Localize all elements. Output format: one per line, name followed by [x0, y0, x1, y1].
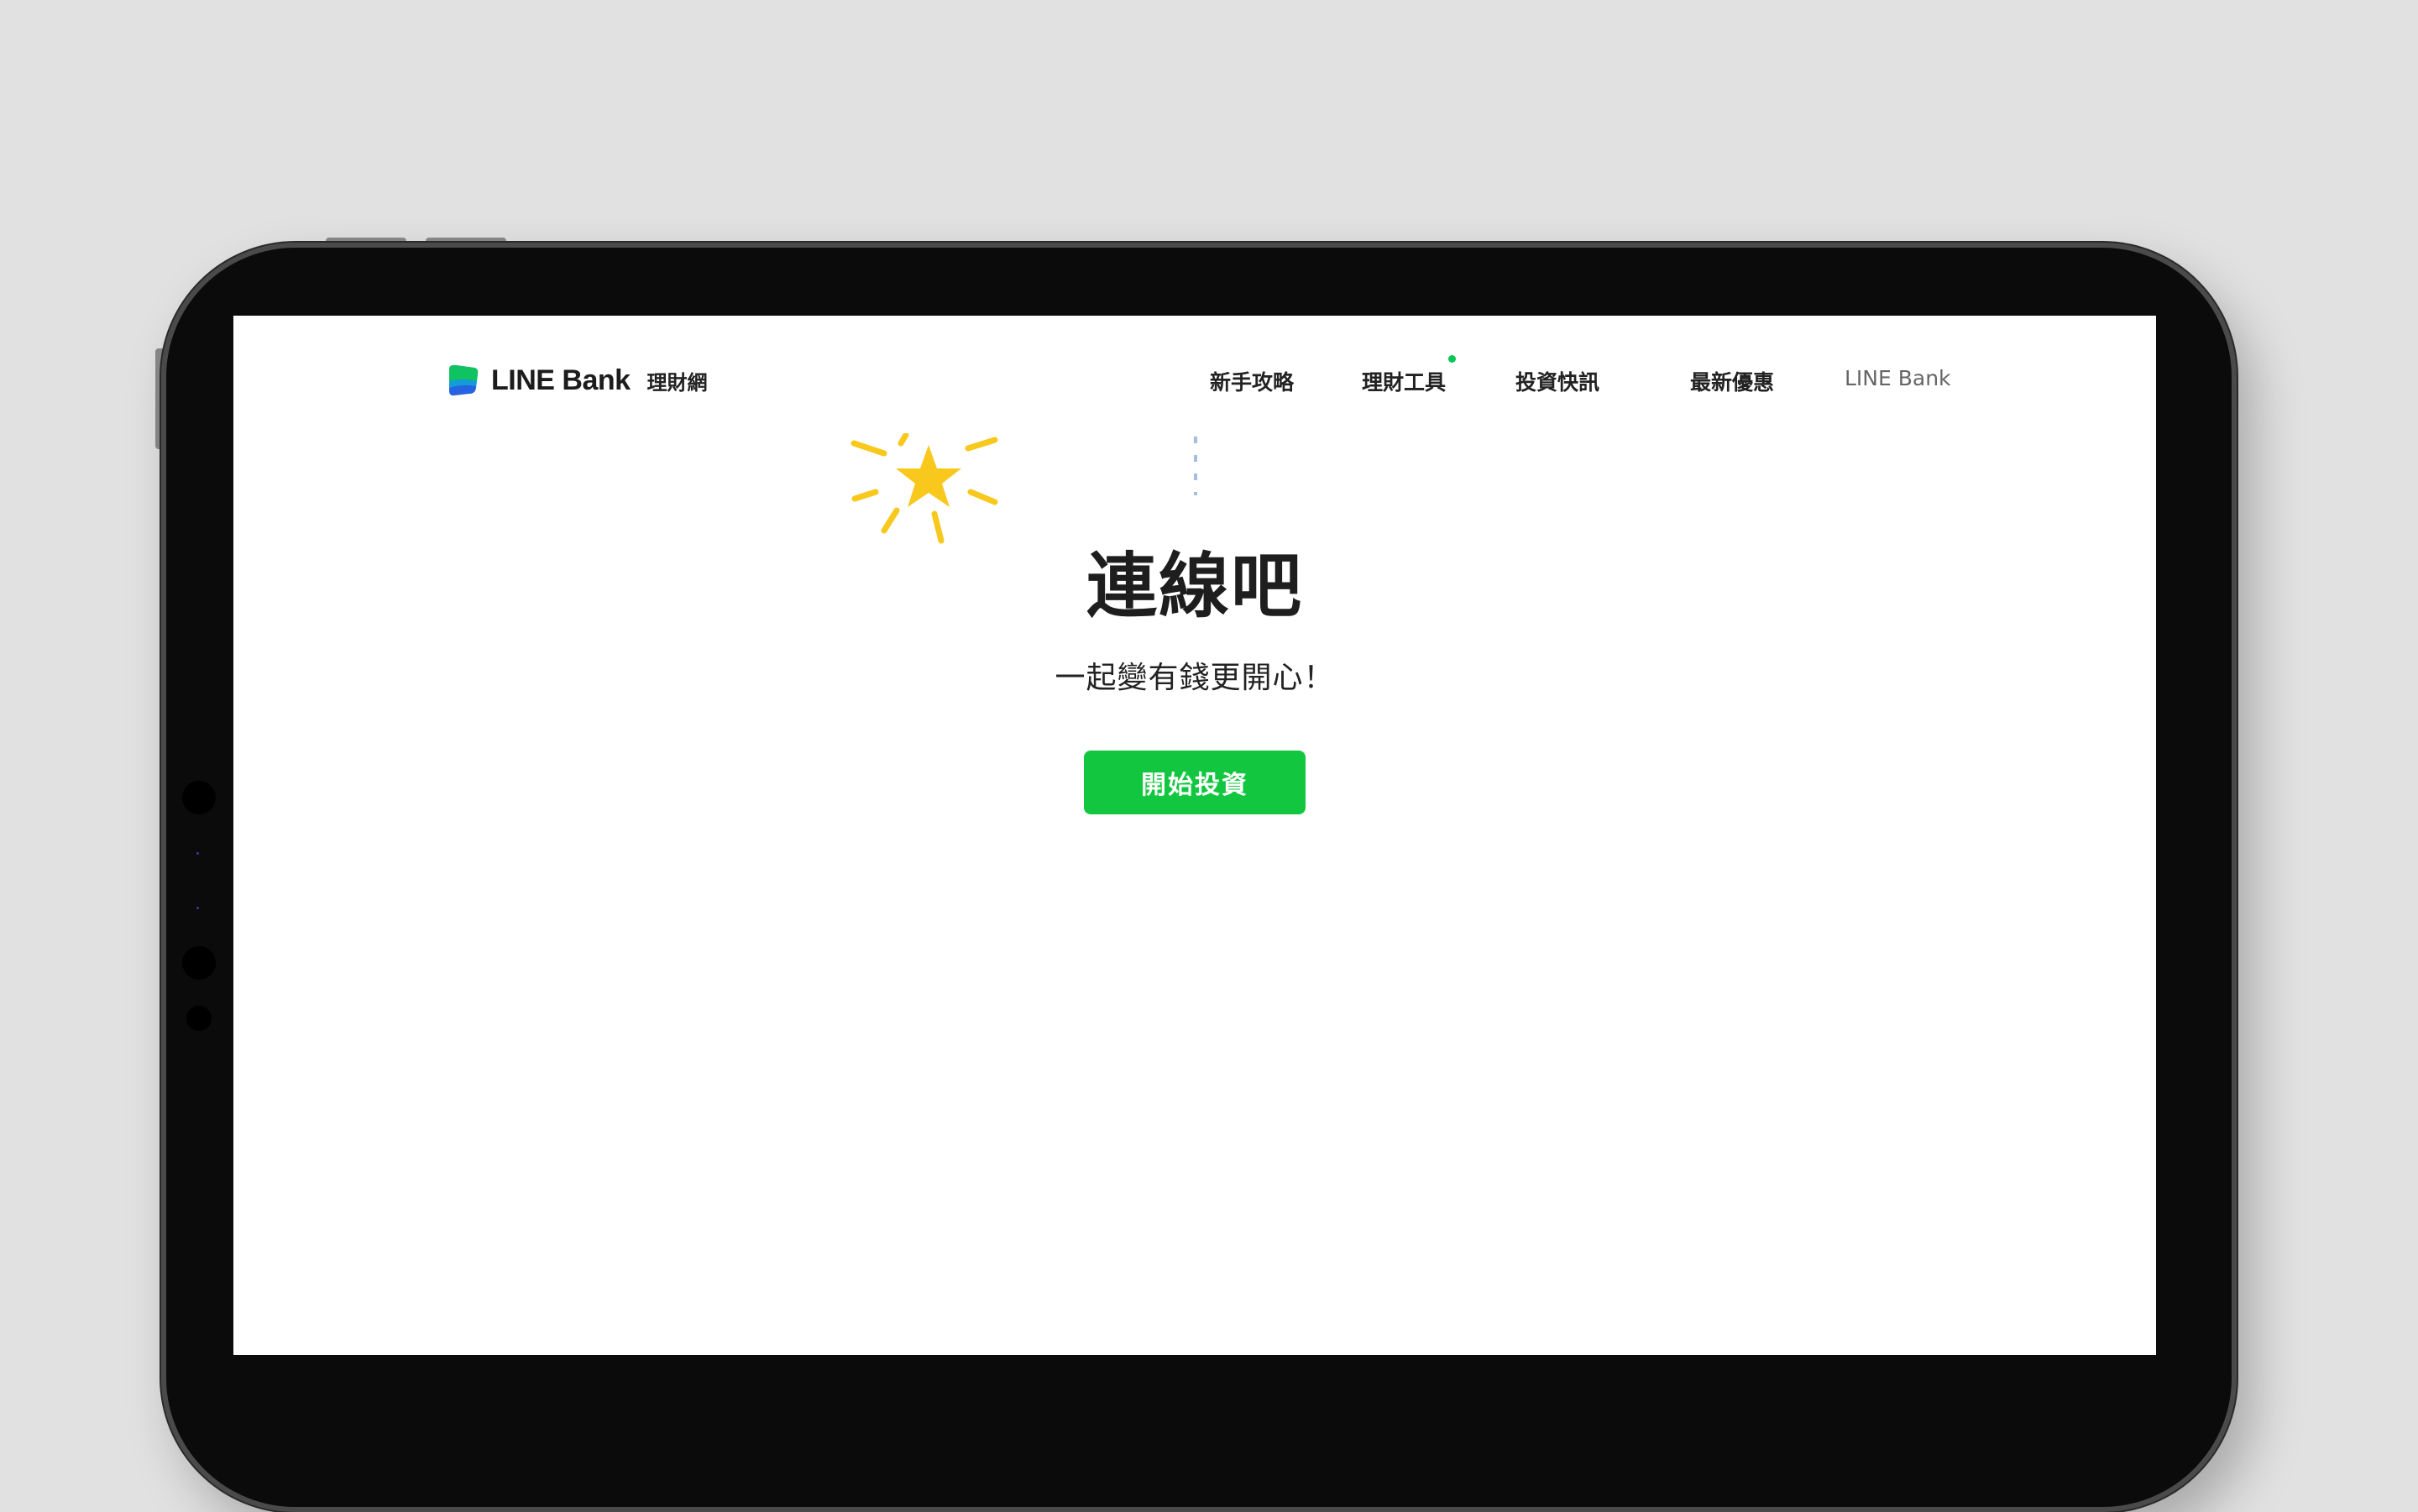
camera-icon	[182, 946, 216, 980]
nav-item-line-bank[interactable]: LINE Bank	[1845, 366, 1951, 390]
decorative-dashed-line	[1194, 437, 1197, 495]
hero-title: 連線吧	[1086, 545, 1303, 627]
nav-item-finance-tools[interactable]: 理財工具	[1362, 366, 1446, 396]
notification-dot-icon	[1448, 355, 1456, 363]
nav-item-latest-offers[interactable]: 最新優惠	[1690, 366, 1774, 396]
sensor-dot	[196, 852, 199, 855]
browser-viewport: LINE Bank 理財網 新手攻略 理財工具 投資快訊 最新優惠 LINE B…	[233, 316, 2156, 1355]
camera-icon	[182, 781, 216, 814]
start-investing-button[interactable]: 開始投資	[1084, 751, 1306, 814]
sensor-dot	[196, 907, 199, 909]
nav-item-beginner-guide[interactable]: 新手攻略	[1210, 366, 1294, 396]
top-navigation: LINE Bank 理財網 新手攻略 理財工具 投資快訊 最新優惠 LINE B…	[233, 316, 2156, 442]
hero-subtitle: 一起變有錢更開心！	[1055, 661, 1335, 695]
main-nav: 新手攻略 理財工具 投資快訊 最新優惠 LINE Bank	[233, 355, 2156, 400]
sensor-icon	[186, 1006, 212, 1031]
nav-item-investment-news[interactable]: 投資快訊	[1515, 366, 1599, 396]
